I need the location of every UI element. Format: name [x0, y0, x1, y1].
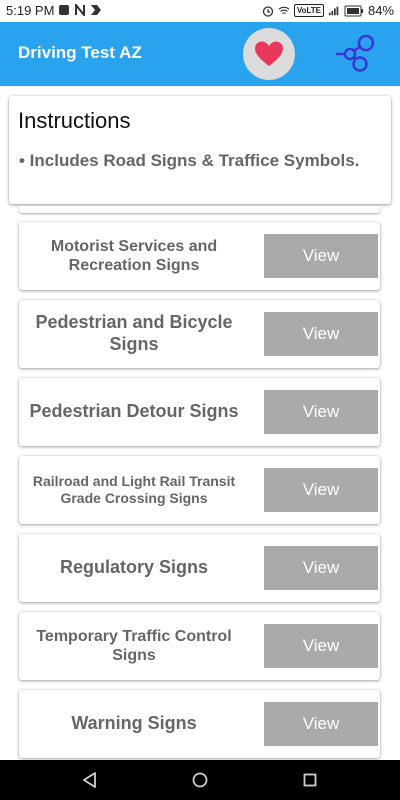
volte-badge: VoLTE: [293, 4, 324, 17]
app-bar: Driving Test AZ: [0, 22, 400, 86]
category-label: Warning Signs: [71, 713, 197, 734]
view-button[interactable]: View: [264, 468, 378, 512]
content-area[interactable]: Instructions • Includes Road Signs & Tra…: [0, 86, 400, 760]
stop-icon: [59, 5, 69, 15]
view-button[interactable]: View: [264, 234, 378, 278]
navigation-bar: [0, 760, 400, 800]
favorite-button[interactable]: [243, 28, 295, 80]
heart-icon: [255, 41, 283, 66]
category-label: Railroad and Light Rail Transit Grade Cr…: [32, 473, 236, 506]
list-item: Temporary Traffic Control Signs View: [19, 612, 380, 680]
app-title: Driving Test AZ: [18, 43, 142, 62]
view-button[interactable]: View: [264, 546, 378, 590]
wifi-icon: [278, 6, 290, 14]
battery-icon: [344, 5, 363, 16]
back-icon[interactable]: [80, 770, 100, 790]
category-label: Motorist Services and Recreation Signs: [50, 237, 218, 274]
battery-percent: 84%: [367, 3, 394, 18]
alarm-icon: [262, 5, 273, 17]
list-item: Motorist Services and Recreation Signs V…: [19, 222, 380, 290]
status-right: VoLTE 84%: [262, 3, 394, 18]
list-item: Railroad and Light Rail Transit Grade Cr…: [19, 456, 380, 524]
instructions-bullet: • Includes Road Signs & Traffice Symbols…: [19, 151, 360, 170]
view-button[interactable]: View: [264, 312, 378, 356]
list-item: Pedestrian and Bicycle Signs View: [19, 300, 380, 368]
list-item: Pedestrian Detour Signs View: [19, 378, 380, 446]
view-button[interactable]: View: [264, 702, 378, 746]
category-label: Pedestrian and Bicycle Signs: [35, 312, 233, 354]
list-item: Warning Signs View: [19, 690, 380, 758]
category-label: Pedestrian Detour Signs: [29, 401, 239, 422]
signal-icon: [328, 6, 339, 15]
list-item-partial: [19, 206, 380, 213]
list-item: Regulatory Signs View: [19, 534, 380, 602]
instructions-card: Instructions • Includes Road Signs & Tra…: [9, 96, 391, 204]
share-icon: [336, 34, 375, 72]
view-button[interactable]: View: [264, 390, 378, 434]
category-label: Regulatory Signs: [59, 557, 209, 578]
home-icon[interactable]: [190, 770, 210, 790]
category-label: Temporary Traffic Control Signs: [36, 627, 232, 664]
recents-icon[interactable]: [300, 770, 320, 790]
status-bar: 5:19 PM VoLTE 84%: [0, 0, 400, 22]
view-button[interactable]: View: [264, 624, 378, 668]
status-time: 5:19 PM: [6, 3, 55, 18]
n-icon: [75, 4, 85, 16]
arrow-icon: [91, 5, 101, 15]
share-button[interactable]: [326, 34, 378, 74]
notification-icons: [58, 4, 102, 16]
instructions-title: Instructions: [18, 108, 131, 133]
